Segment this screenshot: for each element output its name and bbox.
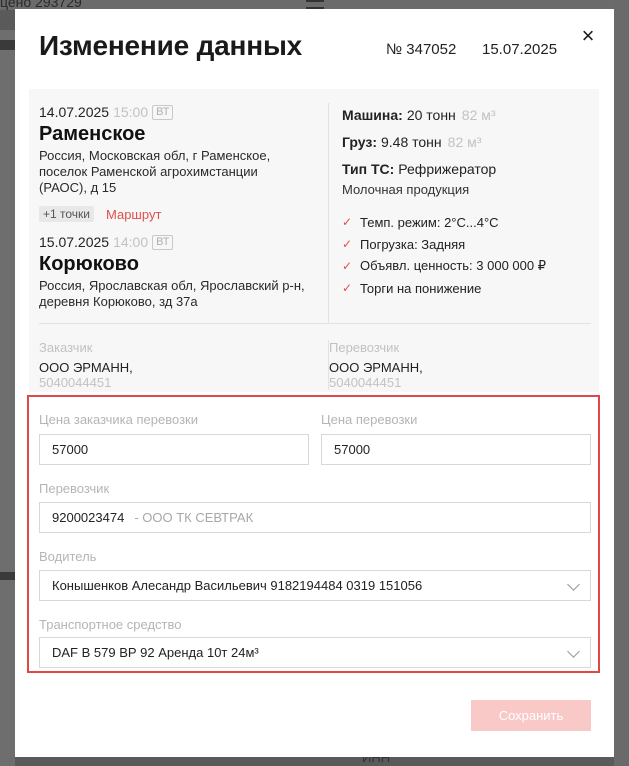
condition-item: ✓ Объявл. ценность: 3 000 000 ₽ — [342, 255, 602, 277]
vehicle-field-label: Транспортное средство — [39, 617, 182, 632]
menu-icon — [306, 0, 324, 9]
ts-type-value: Рефрижератор — [398, 161, 497, 177]
route-column: 14.07.2025 15:00 ВТ Раменское Россия, Мо… — [39, 103, 309, 310]
condition-text: Погрузка: Задняя — [360, 236, 466, 252]
cargo-value: 9.48 тонн — [381, 134, 442, 150]
vehicle-spec: Машина: 20 тонн 82 м³ — [342, 105, 602, 125]
check-icon: ✓ — [342, 215, 353, 229]
customer-label: Заказчик — [39, 340, 93, 355]
backdrop-left-divider — [0, 40, 15, 50]
route-link[interactable]: Маршрут — [106, 207, 161, 222]
carrier-name: ООО ЭРМАНН, — [329, 360, 423, 375]
close-icon[interactable]: × — [576, 23, 600, 49]
customer-inn: 5040044451 — [39, 375, 112, 390]
vehicle-value: 20 тонн — [406, 107, 456, 123]
vehicle-volume: 82 м³ — [461, 107, 496, 123]
check-icon: ✓ — [342, 281, 353, 295]
condition-item: ✓ Торги на понижение — [342, 277, 602, 299]
check-icon: ✓ — [342, 259, 353, 273]
backdrop-left-divider — [0, 572, 15, 580]
customer-block: Заказчик ООО ЭРМАНН, 5040044451 — [39, 340, 299, 390]
vehicle-label: Машина: — [342, 107, 403, 123]
destination-address: Россия, Ярославская обл, Ярославский р-н… — [39, 278, 305, 309]
backdrop-left-panel — [0, 30, 15, 766]
route-points-row: +1 точки Маршрут — [39, 205, 309, 223]
carrier-inn-value: 9200023474 — [52, 510, 125, 525]
order-number: № 347052 — [386, 41, 457, 58]
condition-item: ✓ Темп. режим: 2°C...4°C — [342, 211, 602, 233]
carrier-label: Перевозчик — [329, 340, 400, 355]
info-divider-horizontal — [39, 323, 591, 324]
driver-value: Конышенков Алесандр Васильевич 918219448… — [52, 578, 423, 593]
carrier-price-label: Цена перевозки — [321, 412, 418, 427]
edit-form-highlight: Цена заказчика перевозки 57000 Цена пере… — [27, 395, 600, 673]
cargo-volume: 82 м³ — [447, 134, 482, 150]
origin-address: Россия, Московская обл, г Раменское, пос… — [39, 148, 271, 195]
carrier-price-value: 57000 — [334, 442, 371, 457]
driver-label: Водитель — [39, 549, 97, 564]
destination-weekday-badge: ВТ — [152, 234, 174, 250]
specs-column: Машина: 20 тонн 82 м³ Груз: 9.48 тонн 82… — [342, 105, 602, 299]
vehicle-select-value: DAF В 579 ВР 92 Аренда 10т 24м³ — [52, 645, 259, 660]
carrier-input[interactable]: 9200023474 - ООО ТК СЕВТРАК — [39, 502, 591, 533]
edit-data-modal: Изменение данных № 347052 15.07.2025 × 1… — [15, 9, 614, 757]
extra-points-tag[interactable]: +1 точки — [39, 206, 94, 222]
carrier-field-label: Перевозчик — [39, 481, 110, 496]
carrier-price-input[interactable]: 57000 — [321, 434, 591, 465]
modal-title: Изменение данных — [39, 30, 303, 61]
condition-item: ✓ Погрузка: Задняя — [342, 233, 602, 255]
condition-text: Объявл. ценность: 3 000 000 ₽ — [360, 258, 546, 273]
driver-select[interactable]: Конышенков Алесандр Васильевич 918219448… — [39, 570, 591, 601]
order-date: 15.07.2025 — [482, 41, 558, 58]
cargo-name: Молочная продукция — [342, 182, 470, 197]
carrier-inn: 5040044451 — [329, 375, 402, 390]
chevron-down-icon — [567, 578, 580, 591]
chevron-down-icon — [567, 645, 580, 658]
destination-date-row: 15.07.2025 14:00 ВТ — [39, 233, 309, 251]
ts-type-label: Тип ТС: — [342, 161, 395, 177]
condition-text: Торги на понижение — [360, 280, 482, 296]
save-button[interactable]: Сохранить — [471, 700, 591, 731]
customer-price-input[interactable]: 57000 — [39, 434, 309, 465]
cargo-spec: Груз: 9.48 тонн 82 м³ — [342, 132, 602, 152]
origin-weekday-badge: ВТ — [152, 104, 174, 120]
customer-name: ООО ЭРМАНН, — [39, 360, 133, 375]
destination-time: 14:00 — [113, 234, 149, 250]
destination-city: Корюково — [39, 253, 139, 275]
carrier-block: Перевозчик ООО ЭРМАНН, 5040044451 — [328, 340, 588, 390]
origin-city: Раменское — [39, 123, 146, 145]
vehicle-select[interactable]: DAF В 579 ВР 92 Аренда 10т 24м³ — [39, 637, 591, 668]
ts-type-spec: Тип ТС: Рефрижератор — [342, 159, 602, 179]
origin-date-row: 14.07.2025 15:00 ВТ — [39, 103, 309, 121]
check-icon: ✓ — [342, 237, 353, 251]
origin-date: 14.07.2025 — [39, 104, 110, 120]
info-divider-vertical — [328, 103, 329, 323]
destination-date: 15.07.2025 — [39, 234, 110, 250]
customer-price-value: 57000 — [52, 442, 89, 457]
customer-price-label: Цена заказчика перевозки — [39, 412, 198, 427]
backdrop-right-panel — [614, 0, 629, 766]
order-info-panel: 14.07.2025 15:00 ВТ Раменское Россия, Мо… — [29, 89, 599, 392]
condition-text: Темп. режим: 2°C...4°C — [360, 214, 499, 230]
origin-time: 15:00 — [113, 104, 149, 120]
cargo-label: Груз: — [342, 134, 377, 150]
carrier-name-hint: - ООО ТК СЕВТРАК — [134, 510, 254, 525]
